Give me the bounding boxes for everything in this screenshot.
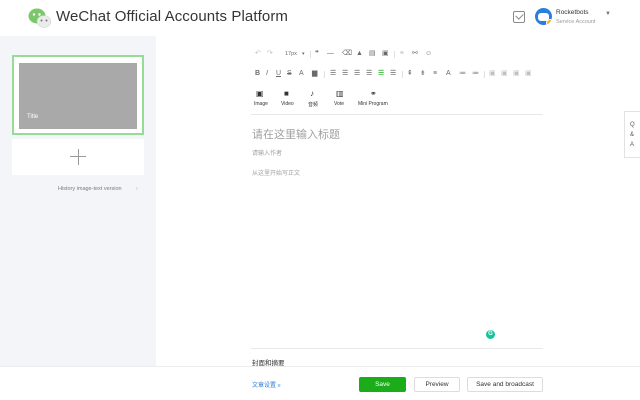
video-icon[interactable]: ■ <box>284 89 289 98</box>
underline-icon[interactable]: U <box>276 70 281 78</box>
float-left-icon[interactable]: ▣ <box>489 70 496 78</box>
wechat-logo-icon <box>28 8 52 28</box>
insert-mini-program-label[interactable]: Mini Program <box>358 101 388 107</box>
account-name[interactable]: Rocketbots <box>556 9 589 16</box>
grammarly-icon[interactable]: G <box>486 330 495 339</box>
align-center-icon[interactable]: ☰ <box>342 70 348 78</box>
blockquote-icon[interactable]: ❝ <box>315 50 319 58</box>
insert-video-label[interactable]: Video <box>281 101 294 107</box>
letter-spacing-icon[interactable]: A <box>446 70 451 78</box>
vote-icon[interactable]: ▥ <box>336 89 344 98</box>
article-list-panel: Title History image-text version › <box>0 36 156 366</box>
body-input[interactable]: 从这里开始写正文 <box>252 168 300 177</box>
image-icon[interactable]: ▣ <box>256 89 264 98</box>
insert-image-label[interactable]: Image <box>254 101 268 107</box>
mail-icon[interactable] <box>513 11 525 23</box>
history-version-link[interactable]: History image-text version <box>58 186 122 192</box>
save-and-broadcast-button[interactable]: Save and broadcast <box>467 377 543 392</box>
caret-down-icon[interactable]: ▼ <box>605 11 611 17</box>
article-settings-label: 文章设置 <box>252 383 277 389</box>
ordered-list-icon[interactable]: ≔ <box>459 70 466 78</box>
spacing-before-icon[interactable]: ⇞ <box>407 70 413 78</box>
settings-caret-icon: ≡ <box>277 383 281 389</box>
font-size-select[interactable]: 17px <box>285 50 297 58</box>
spacing-after-icon[interactable]: ⇟ <box>420 70 426 78</box>
unordered-list-icon[interactable]: ≔ <box>472 70 479 78</box>
link-icon[interactable]: ⚭ <box>399 50 405 58</box>
font-color-icon[interactable]: A <box>299 70 304 78</box>
article-card-title: Title <box>27 114 39 120</box>
qa-char: Q <box>630 122 635 128</box>
article-settings-link[interactable]: 文章设置 ≡ <box>252 380 281 389</box>
title-input[interactable]: 请在这里输入标题 <box>252 126 340 142</box>
toolbar-divider <box>251 114 543 115</box>
undo-icon[interactable]: ↶ <box>255 50 261 58</box>
editor-area: ↶ ↷ 17px ▾ ❝ — ⌫ ▲ ▤ ▣ ⚭ ⚯ ☺ B I U S A ▆… <box>156 36 640 367</box>
insert-audio-label[interactable]: 音频 <box>308 101 318 108</box>
editor-divider <box>251 348 543 349</box>
bold-icon[interactable]: B <box>255 70 260 78</box>
platform-title: WeChat Official Accounts Platform <box>56 8 289 25</box>
insert-vote-label[interactable]: Vote <box>334 101 344 107</box>
qa-char: & <box>630 132 635 138</box>
divider-icon[interactable]: — <box>327 50 334 58</box>
article-card-selected[interactable]: Title <box>12 55 144 135</box>
bottom-action-bar: 文章设置 ≡ Save Preview Save and broadcast <box>0 366 640 400</box>
italic-icon[interactable]: I <box>266 70 268 78</box>
microphone-icon[interactable]: ♪ <box>310 89 314 98</box>
account-type: Service Account <box>556 19 596 25</box>
account-avatar[interactable] <box>535 8 552 25</box>
float-right-icon[interactable]: ▣ <box>513 70 520 78</box>
clear-format-icon[interactable]: ⌫ <box>342 50 352 58</box>
template-icon[interactable]: ▤ <box>369 50 376 58</box>
qa-char: A <box>630 142 635 148</box>
align-distribute-icon[interactable]: ☰ <box>378 70 384 78</box>
highlight-icon[interactable]: ▆ <box>312 70 317 78</box>
align-right-icon[interactable]: ☰ <box>354 70 360 78</box>
indent-icon[interactable]: ☰ <box>390 70 396 78</box>
unlink-icon[interactable]: ⚯ <box>412 50 418 58</box>
qa-side-tab[interactable]: Q & A <box>624 111 640 158</box>
save-button[interactable]: Save <box>359 377 406 392</box>
top-header: WeChat Official Accounts Platform Rocket… <box>0 0 640 36</box>
text-color-icon[interactable]: ▲ <box>356 50 363 58</box>
emoji-icon[interactable]: ☺ <box>425 50 432 58</box>
font-size-caret-icon[interactable]: ▾ <box>302 50 305 58</box>
float-center-icon[interactable]: ▣ <box>525 70 532 78</box>
article-cover-image[interactable]: Title <box>19 63 137 129</box>
chevron-right-icon[interactable]: › <box>136 186 138 192</box>
float-none-icon[interactable]: ▣ <box>501 70 508 78</box>
line-height-icon[interactable]: ≡ <box>433 70 437 78</box>
add-article-button[interactable] <box>12 139 144 175</box>
redo-icon[interactable]: ↷ <box>267 50 273 58</box>
align-justify-icon[interactable]: ☰ <box>366 70 372 78</box>
link-icon[interactable]: ⚭ <box>370 89 377 98</box>
author-input[interactable]: 请输入作者 <box>252 148 282 157</box>
align-left-icon[interactable]: ☰ <box>330 70 336 78</box>
paste-icon[interactable]: ▣ <box>382 50 389 58</box>
strikethrough-icon[interactable]: S <box>287 70 292 78</box>
preview-button[interactable]: Preview <box>414 377 460 392</box>
